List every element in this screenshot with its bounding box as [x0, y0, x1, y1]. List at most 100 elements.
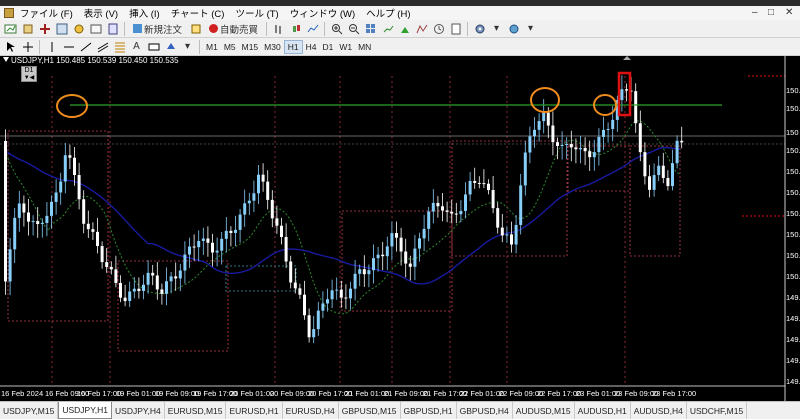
chart-tab[interactable]: AUDUSD,H1	[575, 402, 631, 419]
candle-chart-icon[interactable]	[288, 21, 303, 36]
timeframe-h4[interactable]: H4	[303, 40, 320, 54]
autoscroll-icon[interactable]	[397, 21, 412, 36]
minimize-button[interactable]: –	[752, 7, 758, 18]
timeframe-m5[interactable]: M5	[221, 40, 239, 54]
new-order-button[interactable]: 新規注文	[129, 21, 186, 36]
indicators-icon[interactable]	[414, 21, 429, 36]
menu-file[interactable]: ファイル (F)	[20, 6, 73, 20]
data-window-icon[interactable]	[71, 21, 86, 36]
candle-body	[326, 299, 329, 304]
terminal-icon[interactable]	[88, 21, 103, 36]
dropdown-chevron2-icon[interactable]: ▾	[523, 21, 538, 36]
chart-tab[interactable]: AUDUSD,H4	[631, 402, 687, 419]
market-watch-icon[interactable]	[37, 21, 52, 36]
bar-chart-icon[interactable]	[271, 21, 286, 36]
chart-tab[interactable]: AUDUSD,M15	[513, 402, 575, 419]
dropdown-chevron3-icon[interactable]: ▾	[180, 39, 195, 54]
price-tick-label: 150.	[786, 251, 800, 260]
cursor-icon[interactable]	[3, 39, 18, 54]
price-tick-label: 149.	[786, 335, 800, 344]
candle-body	[289, 261, 293, 283]
chart-tab[interactable]: GBPUSD,M15	[339, 402, 401, 419]
dropdown-chevron-icon[interactable]: ▾	[489, 21, 504, 36]
close-button[interactable]: ✕	[785, 7, 793, 18]
candle-body	[303, 294, 306, 316]
tile-windows-icon[interactable]	[363, 21, 378, 36]
maximize-button[interactable]: □	[768, 7, 774, 18]
chart-tab[interactable]: EURUSD,H4	[283, 402, 339, 419]
shift-marker-icon	[623, 56, 631, 60]
label-tool-icon[interactable]	[146, 39, 161, 54]
timeframe-m1[interactable]: M1	[203, 40, 221, 54]
chart-tab[interactable]: USDJPY,H4	[112, 402, 165, 419]
candle-body	[63, 155, 67, 182]
chart-tab[interactable]: USDJPY,H1	[58, 402, 113, 419]
menu-tools[interactable]: ツール (T)	[235, 6, 278, 20]
chart-tab[interactable]: EURUSD,M15	[165, 402, 227, 419]
zoom-in-icon[interactable]	[329, 21, 344, 36]
periods-icon[interactable]	[431, 21, 446, 36]
arrow-tool-icon[interactable]	[163, 39, 178, 54]
fibonacci-icon[interactable]	[112, 39, 127, 54]
profiles-icon[interactable]	[20, 21, 35, 36]
line-chart-icon[interactable]	[305, 21, 320, 36]
templates-icon[interactable]	[448, 21, 463, 36]
menu-help[interactable]: ヘルプ (H)	[366, 6, 410, 20]
candle-body	[500, 227, 504, 236]
menu-window[interactable]: ウィンドウ (W)	[290, 6, 355, 20]
candle-body	[445, 210, 449, 212]
menu-chart[interactable]: チャート (C)	[171, 6, 225, 20]
candle-body	[519, 185, 523, 225]
chart-tab[interactable]: EURUSD,H1	[226, 402, 283, 419]
candle-body	[477, 182, 481, 184]
candle-body	[427, 211, 431, 229]
zone-box	[117, 260, 229, 352]
chart-shift-icon[interactable]	[380, 21, 395, 36]
candle-body	[560, 145, 564, 147]
candle-body	[160, 289, 164, 294]
menu-insert[interactable]: 挿入 (I)	[129, 6, 160, 20]
channel-icon[interactable]	[95, 39, 110, 54]
price-tick-label: 150.	[786, 209, 800, 218]
menu-view[interactable]: 表示 (V)	[84, 6, 118, 20]
timeframe-d1[interactable]: D1	[319, 40, 336, 54]
candle-body	[165, 281, 168, 294]
candle-body	[344, 297, 348, 299]
candle-body	[206, 238, 210, 243]
symbol-collapse-icon[interactable]	[3, 57, 9, 62]
trendline-icon[interactable]	[78, 39, 93, 54]
vertical-line-icon[interactable]	[44, 39, 59, 54]
candle-body	[40, 222, 44, 225]
text-tool-icon[interactable]: A	[129, 39, 144, 54]
chart-tab[interactable]: USDJPY,M15	[0, 402, 59, 419]
chart-tab[interactable]: USDCHF,M15	[687, 402, 748, 419]
crosshair-icon[interactable]	[20, 39, 35, 54]
timeframe-w1[interactable]: W1	[336, 40, 355, 54]
candle-body	[372, 258, 375, 271]
price-chart[interactable]: USDJPY,H1 150.485 150.539 150.450 150.53…	[0, 56, 800, 401]
candle-body	[579, 148, 582, 150]
timeframe-h1[interactable]: H1	[283, 39, 303, 54]
horizontal-line-icon[interactable]	[61, 39, 76, 54]
timeframe-badge[interactable]: D1 ▼◀	[21, 66, 37, 82]
candle-body	[450, 211, 454, 214]
timeframe-mn[interactable]: MN	[355, 40, 374, 54]
auto-trade-button[interactable]: 自動売買	[205, 21, 262, 36]
candle-body	[146, 272, 150, 285]
new-chart-icon[interactable]	[3, 21, 18, 36]
timeframe-m15[interactable]: M15	[239, 40, 262, 54]
settings-gear-icon[interactable]	[472, 21, 487, 36]
chart-tab[interactable]: GBPUSD,H1	[401, 402, 457, 419]
chart-tab[interactable]: GBPUSD,H4	[457, 402, 513, 419]
candle-body	[68, 155, 72, 158]
zoom-out-icon[interactable]	[346, 21, 361, 36]
tester-icon[interactable]	[105, 21, 120, 36]
metaeditor-icon[interactable]	[188, 21, 203, 36]
candle-body	[229, 230, 233, 233]
timeframe-m30[interactable]: M30	[261, 40, 284, 54]
candle-body	[54, 192, 58, 202]
navigator-icon[interactable]	[54, 21, 69, 36]
candle-body	[638, 123, 642, 153]
experts-gear-icon[interactable]	[506, 21, 521, 36]
candle-body	[298, 288, 302, 295]
